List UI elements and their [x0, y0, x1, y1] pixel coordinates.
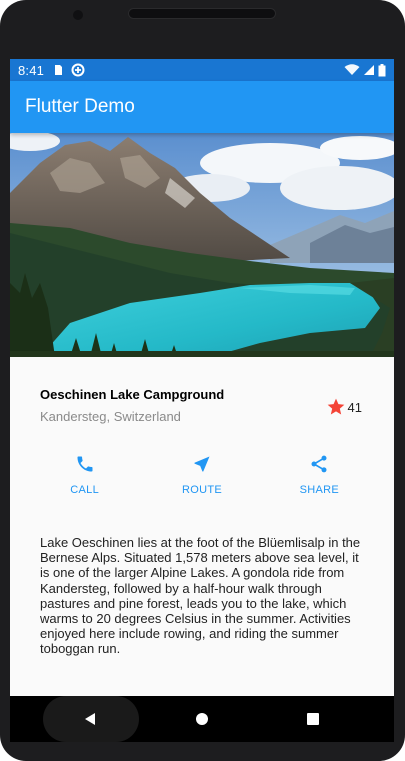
app-title: Flutter Demo — [25, 96, 135, 117]
navigation-icon — [192, 453, 212, 475]
back-button[interactable] — [70, 696, 110, 742]
place-location: Kandersteg, Switzerland — [40, 409, 181, 424]
route-button[interactable]: ROUTE — [162, 453, 242, 521]
share-icon — [309, 453, 329, 475]
wifi-icon — [344, 64, 360, 75]
call-button[interactable]: CALL — [45, 453, 125, 521]
action-button-row: CALL ROUTE SHARE — [10, 443, 394, 521]
status-time: 8:41 — [18, 62, 45, 78]
sd-card-icon — [55, 65, 63, 75]
hero-lake-image — [10, 133, 394, 357]
signal-icon — [364, 65, 374, 75]
app-bar: Flutter Demo — [10, 81, 394, 133]
speaker-grille — [128, 8, 276, 19]
route-label: ROUTE — [181, 484, 222, 496]
description-text: Lake Oeschinen lies at the foot of the B… — [40, 535, 361, 657]
share-label: SHARE — [299, 484, 340, 496]
status-bar: 8:41 — [10, 59, 394, 81]
battery-icon — [378, 63, 386, 76]
place-name: Oeschinen Lake Campground — [40, 387, 225, 402]
home-icon — [196, 713, 208, 725]
front-camera — [73, 10, 83, 20]
app-screen: 8:41 Flutter Demo Oeschinen Lake Campgro… — [10, 59, 394, 742]
phone-icon — [75, 453, 95, 475]
phone-frame: 8:41 Flutter Demo Oeschinen Lake Campgro… — [0, 0, 405, 761]
share-button[interactable]: SHARE — [279, 453, 359, 521]
status-right-group — [344, 63, 386, 77]
recents-button[interactable] — [293, 696, 333, 742]
call-label: CALL — [70, 484, 100, 496]
title-section: Oeschinen Lake Campground Kandersteg, Sw… — [10, 357, 394, 443]
back-icon — [85, 713, 95, 725]
star-icon[interactable] — [326, 397, 346, 417]
home-button[interactable] — [182, 696, 222, 742]
system-nav-bar — [10, 696, 394, 742]
title-text-group: Oeschinen Lake Campground Kandersteg, Sw… — [40, 387, 326, 424]
favorite-rating[interactable]: 41 — [326, 397, 362, 417]
recents-icon — [307, 713, 319, 725]
data-saver-icon — [71, 63, 85, 77]
rating-count: 41 — [347, 399, 362, 415]
